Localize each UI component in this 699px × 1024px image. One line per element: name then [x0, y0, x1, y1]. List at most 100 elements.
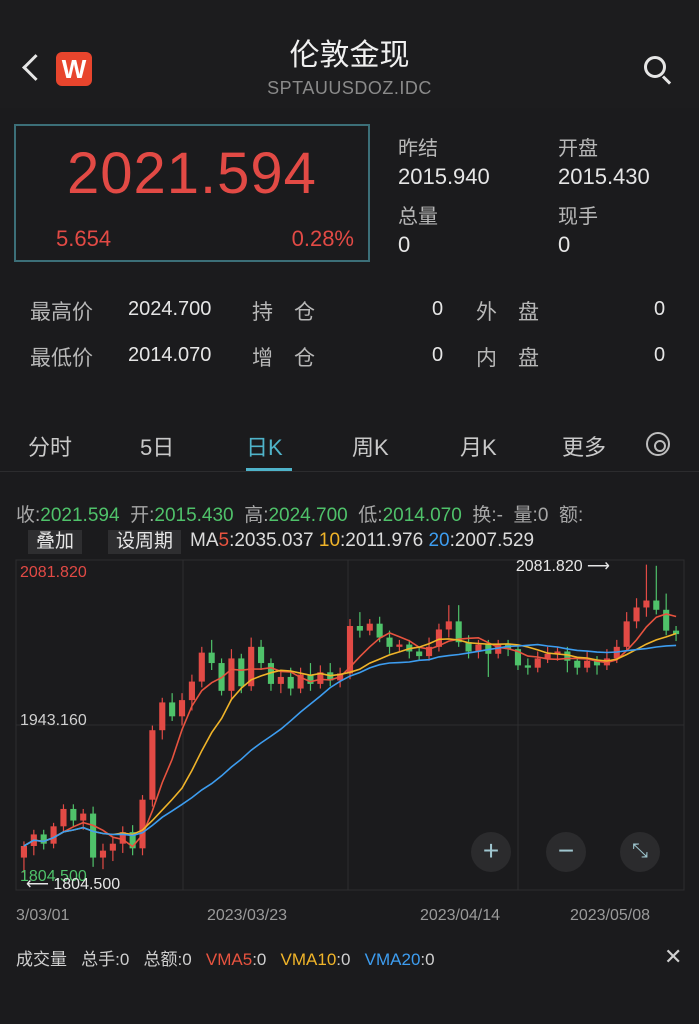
kline-chart[interactable]: 2081.8201943.1601804.5002081.820 ⟶⟵ 1804… [0, 555, 699, 930]
inner-value: 0 [654, 344, 666, 366]
candle-body [445, 621, 452, 630]
ohlc-info: 收:2021.594 开:2015.430 高:2024.700 低:2014.… [16, 500, 583, 527]
search-icon[interactable] [642, 54, 674, 86]
candle-body [178, 700, 186, 717]
candle-body [574, 660, 581, 668]
volume-value: 0 [398, 232, 411, 257]
ma10-key: 10 [318, 530, 341, 551]
high-value: 2024.700 [128, 298, 212, 320]
outer-value: 0 [654, 298, 666, 320]
close-key: 收: [16, 505, 41, 526]
price-change: 5.654 [56, 226, 112, 251]
ma10-value: :2011.976 [340, 530, 424, 551]
vma10-value: :0 [336, 950, 351, 969]
x-axis-label: 2023/03/23 [207, 907, 287, 924]
ma5-value: :2035.037 [229, 530, 314, 551]
settings-gear-icon[interactable] [646, 432, 670, 456]
candle-body [643, 600, 650, 608]
price-box: 2021.594 5.654 0.28% [14, 124, 370, 262]
price-change-pct: 0.28% [291, 226, 354, 251]
vol-val: 0 [537, 505, 549, 526]
zoom-in-icon[interactable]: + [471, 832, 511, 872]
candle-body [139, 799, 146, 849]
active-tab-indicator [246, 468, 292, 471]
amount-key: 额: [558, 505, 584, 526]
min-price-marker: ⟵ 1804.500 [26, 876, 120, 893]
candle-body [416, 651, 423, 657]
candle-body [169, 702, 176, 717]
hand-value: 0 [558, 232, 571, 257]
candle-body [20, 846, 28, 858]
candle-body [40, 834, 47, 844]
close-val: 2021.594 [40, 505, 120, 526]
candle-body [50, 826, 57, 844]
hold-value: 0 [432, 298, 444, 320]
ma20-key: 20 [428, 530, 450, 551]
turnover-val: - [496, 505, 503, 526]
x-axis-label: 2023/05/08 [570, 907, 650, 924]
low-label: 最低价 [30, 347, 93, 370]
y-axis-top-label: 2081.820 [20, 564, 87, 581]
low-val: 2014.070 [382, 505, 462, 526]
candle-body [356, 626, 363, 631]
high-key: 高: [244, 505, 269, 526]
set-period-button[interactable]: 设周期 [108, 530, 182, 554]
x-axis-label: 2023/04/14 [420, 907, 500, 924]
total-amount: 总额:0 [143, 950, 192, 969]
candle-body [149, 730, 156, 800]
ma-label: MA [190, 530, 219, 551]
high-label: 最高价 [30, 301, 93, 324]
current-price: 2021.594 [67, 141, 317, 206]
tab-daily-k[interactable]: 日K [246, 430, 283, 462]
ma20-value: :2007.529 [449, 530, 535, 551]
candle-body [524, 665, 531, 668]
ma-legend: MA5:2035.037 10:2011.976 20:2007.529 [190, 530, 534, 552]
vol-key: 量: [513, 505, 538, 526]
tab-more[interactable]: 更多 [562, 430, 606, 462]
add-value: 0 [432, 344, 444, 366]
turnover-key: 换: [472, 505, 497, 526]
open-label: 开盘 [558, 138, 598, 160]
candle-body [277, 676, 284, 684]
candle-body [99, 850, 107, 858]
volume-title: 成交量 [16, 950, 67, 969]
hold-label: 持 仓 [252, 301, 315, 324]
candle-body [623, 621, 630, 647]
zoom-out-icon[interactable]: − [546, 832, 586, 872]
max-price-marker: 2081.820 ⟶ [516, 558, 610, 575]
candle-body [366, 623, 373, 631]
candle-body [534, 658, 541, 668]
candle-body [159, 702, 166, 731]
high-val: 2024.700 [268, 505, 348, 526]
vma20-key: VMA20 [364, 950, 421, 969]
candle-body [653, 600, 660, 610]
period-tabs: 分时 5日 日K 周K 月K 更多 [0, 420, 699, 472]
outer-label: 外 盘 [476, 301, 539, 324]
candle-body [238, 658, 245, 687]
candle-body [258, 646, 265, 664]
candle-body [386, 637, 393, 647]
tab-intraday[interactable]: 分时 [28, 430, 72, 462]
candle-body [80, 813, 87, 821]
add-label: 增 仓 [252, 347, 315, 370]
open-val: 2015.430 [154, 505, 234, 526]
candle-body [60, 808, 67, 827]
candle-body [90, 813, 97, 858]
candle-body [376, 623, 383, 638]
close-icon[interactable]: ✕ [664, 944, 682, 970]
candle-body [663, 609, 670, 631]
fullscreen-icon[interactable]: ⤡ [620, 832, 660, 872]
open-value: 2015.430 [558, 164, 650, 189]
candle-body [584, 660, 591, 668]
hand-label: 现手 [558, 206, 598, 228]
ma5-key: 5 [218, 530, 230, 551]
vma5-key: VMA5 [205, 950, 253, 969]
low-value: 2014.070 [128, 344, 212, 366]
page-subtitle: SPTAUUSDOZ.IDC [267, 78, 432, 98]
tab-5day[interactable]: 5日 [140, 430, 174, 462]
y-axis-mid-label: 1943.160 [20, 712, 87, 729]
overlay-button[interactable]: 叠加 [28, 530, 83, 554]
tab-monthly-k[interactable]: 月K [460, 430, 497, 462]
low-key: 低: [358, 505, 383, 526]
tab-weekly-k[interactable]: 周K [352, 430, 389, 462]
